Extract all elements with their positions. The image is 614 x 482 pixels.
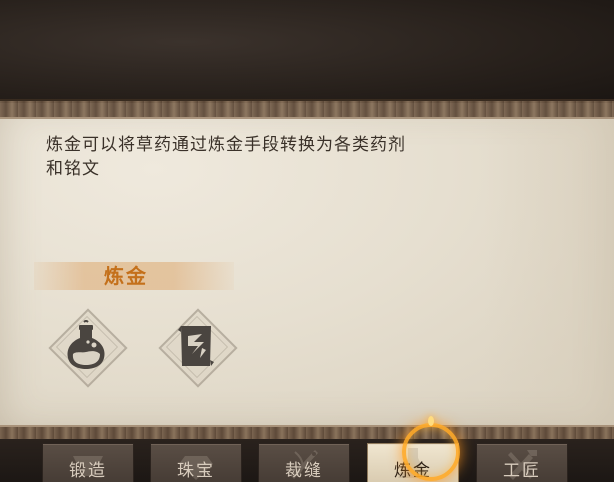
scroll-inscription-icon [178,326,214,366]
potion-flask-icon [67,320,105,369]
tab-jewelry[interactable]: 珠宝 [150,443,242,482]
profession-description: 炼金可以将草药通过炼金手段转换为各类药剂 和铭文 [46,133,526,181]
tab-label: 工匠 [503,461,541,481]
recipe-slot-potion[interactable] [48,308,128,388]
tab-label: 珠宝 [177,461,215,481]
tab-label: 锻造 [69,461,107,481]
backdrop [0,0,614,105]
tab-tailoring[interactable]: 裁缝 [258,443,350,482]
active-tab-glow [402,423,460,481]
description-line-2: 和铭文 [46,159,100,179]
recipe-slot-inscription[interactable] [158,308,238,388]
description-line-1: 炼金可以将草药通过炼金手段转换为各类药剂 [46,135,406,155]
tab-forging[interactable]: 锻造 [42,443,134,482]
glow-spark [428,416,434,426]
panel-border-top [0,99,614,119]
tab-label: 裁缝 [285,461,323,481]
section-title: 炼金 [104,264,148,288]
profession-screen: 炼金可以将草药通过炼金手段转换为各类药剂 和铭文 炼金 锻造 珠宝 裁缝 炼金 … [0,0,614,482]
tab-craftsman[interactable]: 工匠 [476,443,568,482]
